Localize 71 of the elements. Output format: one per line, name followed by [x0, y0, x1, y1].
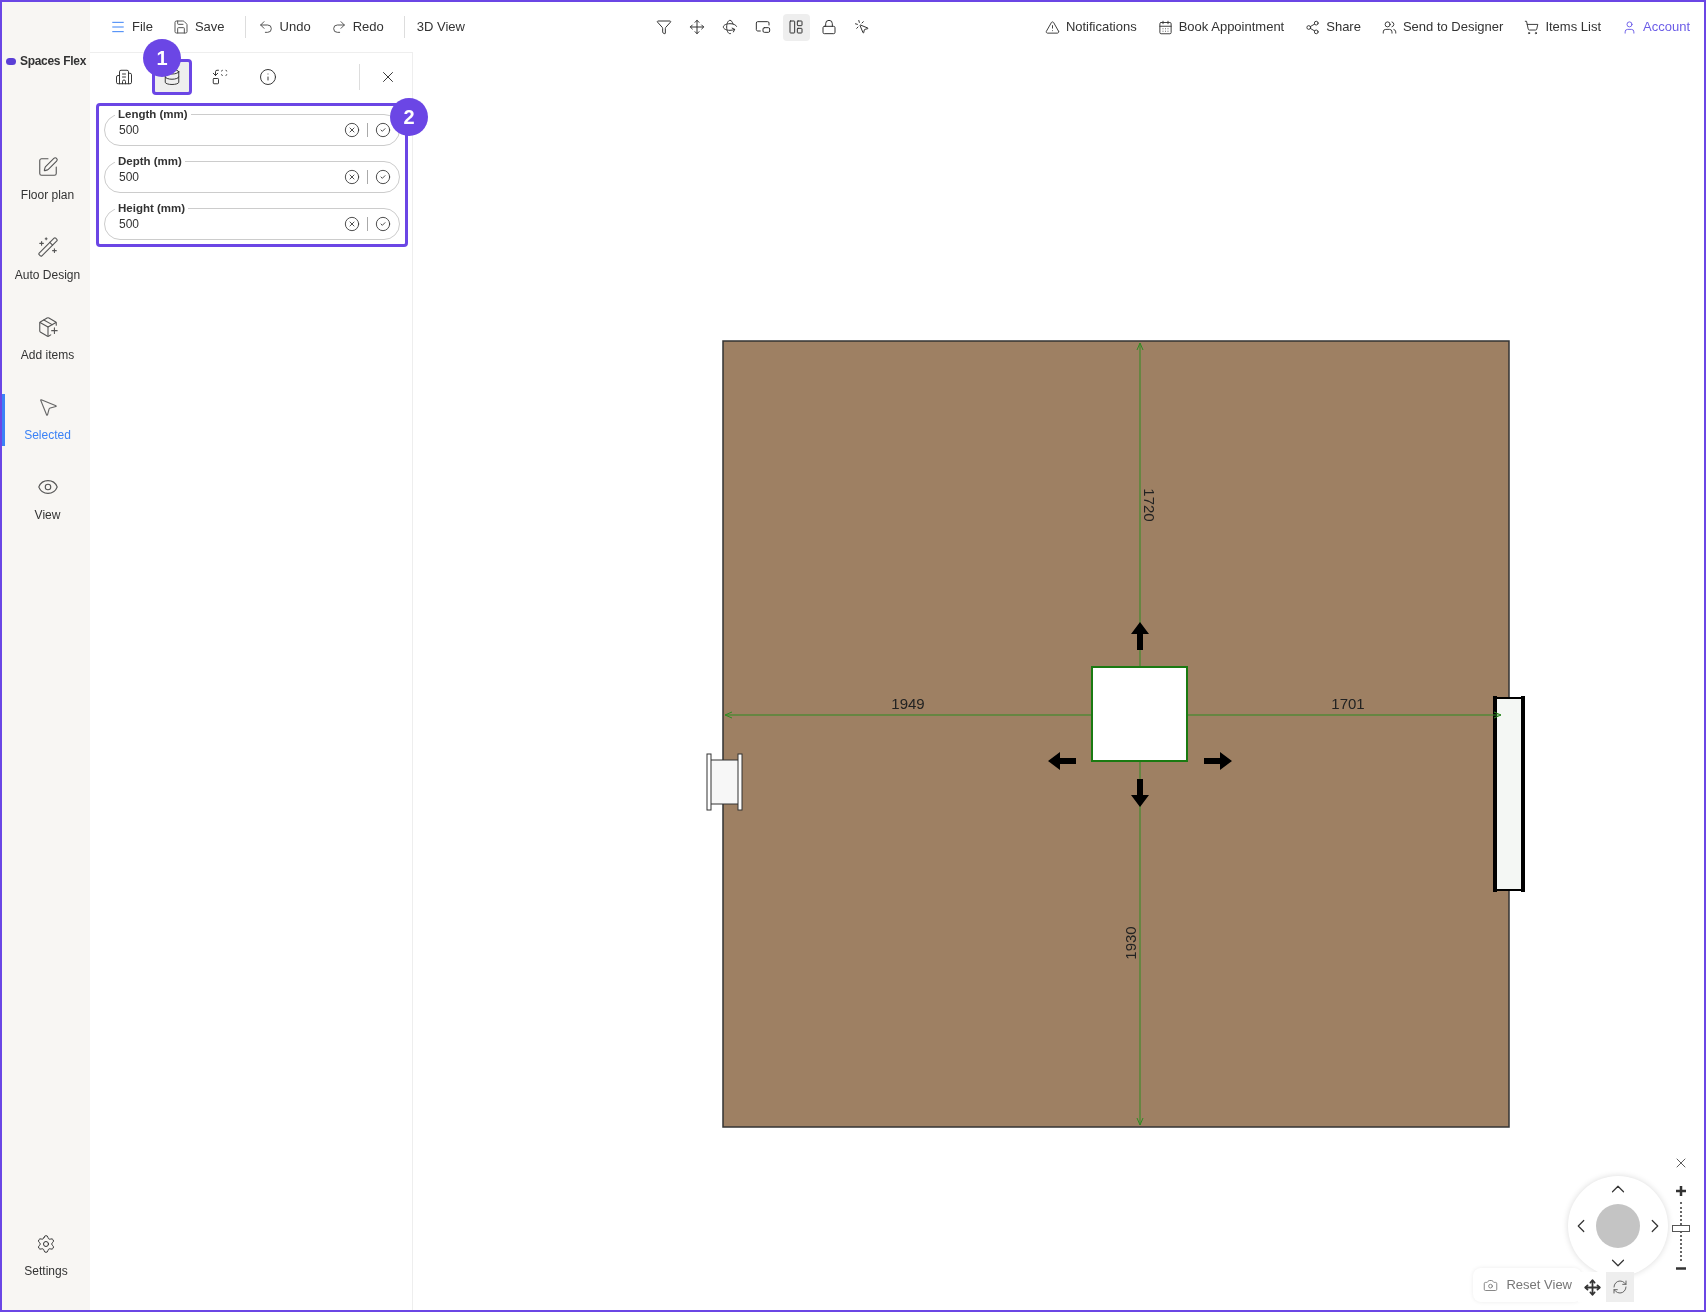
dimension-label: 1701: [1331, 695, 1365, 712]
confirm-icon[interactable]: [375, 216, 391, 232]
move-down-arrow[interactable]: [1131, 779, 1149, 807]
rotate-icon: [722, 19, 739, 35]
toolbar-button[interactable]: Save: [166, 13, 231, 41]
clear-icon[interactable]: [344, 122, 360, 138]
redo-icon: [330, 19, 347, 35]
move-left-arrow[interactable]: [1048, 752, 1076, 770]
tool-button[interactable]: [782, 13, 810, 41]
clear-icon[interactable]: [344, 216, 360, 232]
info-icon: [259, 68, 277, 86]
logo-text: Spaces Flex: [19, 53, 87, 70]
layers-icon: [755, 19, 772, 35]
move-icon: [1583, 1278, 1601, 1296]
sidebar-item[interactable]: View: [2, 474, 90, 526]
menu-icon: [110, 19, 126, 35]
dimension-label: 1720: [1141, 488, 1158, 522]
swap-icon: [211, 68, 229, 86]
settings-icon: [36, 1234, 56, 1254]
share-icon: [1305, 19, 1321, 35]
lock-icon: [821, 19, 838, 35]
calendar-icon: [1157, 19, 1173, 35]
cart-icon: [1524, 19, 1540, 35]
people-icon: [1381, 19, 1397, 35]
sidebar-item[interactable]: Add items: [2, 314, 90, 366]
move-right-arrow[interactable]: [1204, 752, 1232, 770]
zoom-in-icon[interactable]: [1676, 1186, 1686, 1196]
toolbar-link[interactable]: Items List: [1524, 17, 1601, 37]
toolbar-button[interactable]: File: [104, 13, 159, 41]
field-value[interactable]: 500: [119, 215, 344, 233]
building-icon: [115, 68, 133, 86]
sidebar-item[interactable]: Floor plan: [2, 154, 90, 206]
selected-item[interactable]: [1091, 666, 1188, 762]
toolbar-link[interactable]: Notifications: [1044, 17, 1137, 37]
zoom-handle[interactable]: [1672, 1225, 1690, 1232]
rotate-icon: [1612, 1279, 1628, 1295]
sidebar-item[interactable]: Selected: [2, 394, 90, 446]
move-up-arrow[interactable]: [1131, 622, 1149, 650]
door-drawing[interactable]: [1493, 696, 1525, 892]
clear-icon[interactable]: [344, 169, 360, 185]
user-icon: [1622, 19, 1637, 35]
undo-icon: [257, 19, 274, 35]
warning-icon: [1044, 19, 1060, 35]
magic-wand-icon: [36, 236, 59, 258]
confirm-icon[interactable]: [375, 122, 391, 138]
toolbar-button[interactable]: Undo: [251, 13, 317, 41]
camera-icon: [1483, 1277, 1499, 1293]
toolbar-link[interactable]: Send to Designer: [1381, 17, 1504, 37]
step-badge: 2: [390, 98, 428, 136]
floor-plan-icon: [36, 156, 59, 178]
toolbar-button[interactable]: 3D View: [410, 13, 471, 41]
logo-icon: [5, 57, 16, 65]
field-value[interactable]: 500: [119, 168, 344, 186]
dimension-label: 1930: [1122, 926, 1139, 960]
window-drawing[interactable]: [706, 753, 743, 811]
step-badge: 1: [143, 39, 181, 77]
save-icon: [172, 19, 189, 35]
confirm-icon[interactable]: [375, 169, 391, 185]
toolbar-link[interactable]: Account: [1622, 17, 1690, 37]
field-value[interactable]: 500: [119, 121, 344, 139]
add-item-icon: [36, 316, 59, 338]
toolbar-link[interactable]: Book Appointment: [1157, 17, 1285, 37]
move-icon: [689, 19, 706, 35]
sidebar-item[interactable]: Auto Design: [2, 234, 90, 286]
layout-icon: [788, 19, 805, 35]
dimension-label: 1949: [891, 695, 925, 712]
toolbar-button[interactable]: Redo: [324, 13, 390, 41]
reset-view-button[interactable]: Reset View: [1473, 1268, 1582, 1302]
pointer-icon: [854, 19, 871, 35]
toolbar-link[interactable]: Share: [1305, 17, 1361, 37]
settings-item[interactable]: Settings: [24, 1234, 68, 1280]
